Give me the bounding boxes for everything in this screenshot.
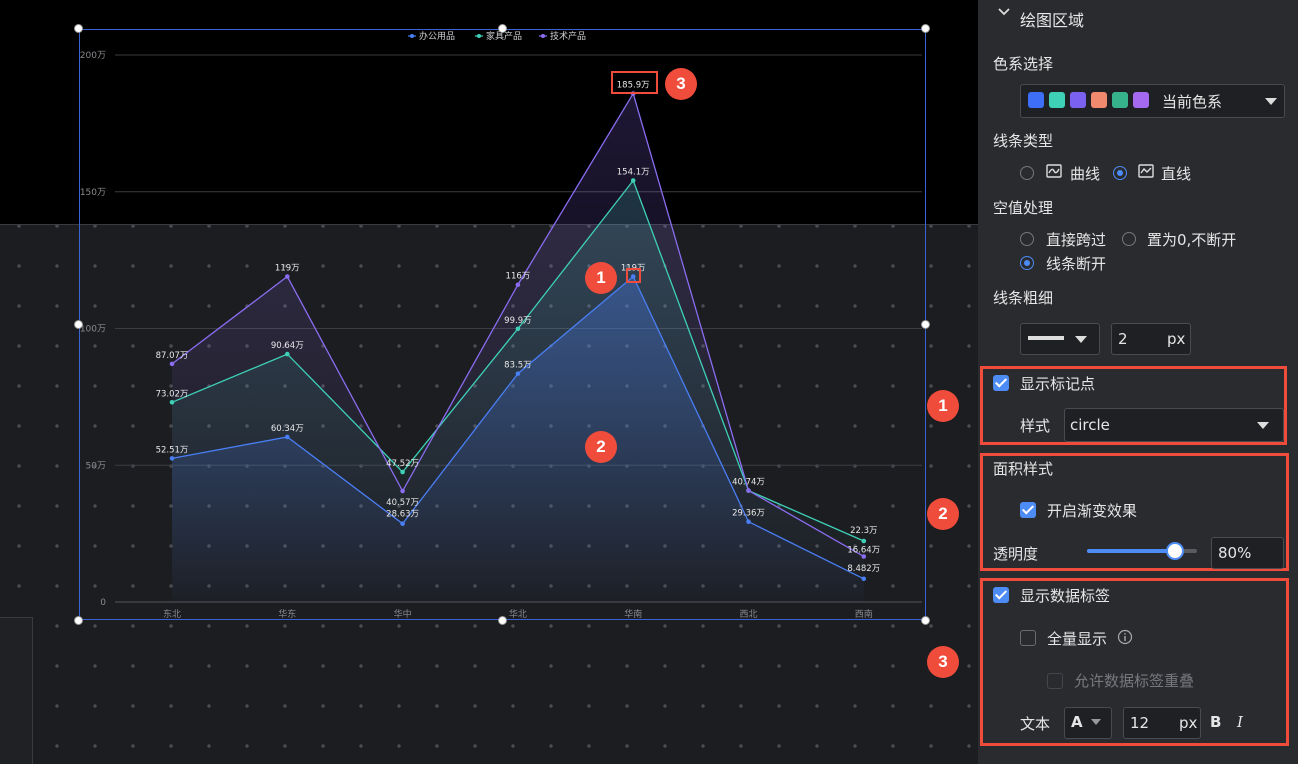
color-swatch <box>1091 92 1107 108</box>
allow-overlap-checkbox[interactable] <box>1047 673 1063 689</box>
show-all-checkbox[interactable] <box>1020 630 1036 646</box>
italic-button[interactable]: I <box>1237 713 1243 731</box>
resize-handle-bottom[interactable] <box>498 616 507 625</box>
line-type-curve-radio[interactable] <box>1020 166 1034 180</box>
area-style-title: 面积样式 <box>993 460 1054 478</box>
show-all-label[interactable]: 全量显示 <box>1047 628 1107 649</box>
resize-handle-right[interactable] <box>921 320 930 329</box>
opacity-label: 透明度 <box>993 545 1039 563</box>
font-size-unit: px <box>1179 714 1198 732</box>
null-break-radio[interactable] <box>1020 256 1034 270</box>
font-size-value: 12 <box>1130 714 1150 732</box>
show-marker-label[interactable]: 显示标记点 <box>1020 373 1095 394</box>
line-type-straight-label[interactable]: 直线 <box>1161 163 1191 184</box>
line-type-straight-radio[interactable] <box>1113 166 1127 180</box>
color-scheme-label: 色系选择 <box>993 55 1054 73</box>
color-swatch <box>1070 92 1086 108</box>
callout-badge-2: 2 <box>585 431 617 463</box>
panel-scrollbar[interactable] <box>1292 0 1298 764</box>
marker-style-value: circle <box>1070 416 1110 434</box>
marker-highlight <box>626 268 641 283</box>
show-labels-label[interactable]: 显示数据标签 <box>1020 585 1110 606</box>
info-icon[interactable] <box>1117 629 1133 649</box>
resize-handle-top-left[interactable] <box>74 24 83 33</box>
null-handling-label: 空值处理 <box>993 199 1054 217</box>
null-zero-label[interactable]: 置为0,不断开 <box>1147 229 1236 250</box>
callout-badge-1-panel: 1 <box>927 390 959 422</box>
callout-badge-1: 1 <box>585 262 617 294</box>
gradient-checkbox[interactable] <box>1020 502 1036 518</box>
allow-overlap-label[interactable]: 允许数据标签重叠 <box>1074 670 1194 691</box>
show-labels-checkbox[interactable] <box>993 587 1009 603</box>
settings-panel: 绘图区域 色系选择 当前色系 线条类型 曲线 直线 空值处理 直接跨过 置为0,… <box>978 0 1298 764</box>
null-skip-radio[interactable] <box>1020 232 1034 246</box>
peak-label-highlight <box>611 71 658 94</box>
curve-icon <box>1046 163 1062 183</box>
color-swatch <box>1049 92 1065 108</box>
resize-handle-bottom-left[interactable] <box>74 616 83 625</box>
font-color-glyph: A <box>1071 713 1083 731</box>
resize-handle-bottom-right[interactable] <box>921 616 930 625</box>
null-skip-label[interactable]: 直接跨过 <box>1046 229 1106 250</box>
editor-canvas[interactable]: 0 50万 100万 150万 200万 东北 华东 华中 华北 华南 西北 西南 52.51万 60.3… <box>0 0 978 764</box>
line-style-preview <box>1028 336 1064 340</box>
gradient-label[interactable]: 开启渐变效果 <box>1047 500 1137 521</box>
null-break-label[interactable]: 线条断开 <box>1046 253 1106 274</box>
color-swatch <box>1028 92 1044 108</box>
opacity-value: 80% <box>1218 544 1252 562</box>
marker-style-label: 样式 <box>1020 417 1051 435</box>
line-type-curve-label[interactable]: 曲线 <box>1070 163 1100 184</box>
resize-handle-left[interactable] <box>74 320 83 329</box>
line-style-caret-icon <box>1075 336 1087 343</box>
text-style-label: 文本 <box>1020 715 1051 733</box>
line-width-label: 线条粗细 <box>993 289 1054 307</box>
line-width-value: 2 <box>1118 330 1128 348</box>
bold-button[interactable]: B <box>1210 713 1221 731</box>
opacity-slider-handle[interactable] <box>1166 542 1184 560</box>
color-scheme-value: 当前色系 <box>1162 93 1223 111</box>
line-width-unit: px <box>1167 330 1186 348</box>
color-swatch <box>1133 92 1149 108</box>
chart-selection-frame[interactable] <box>79 29 926 620</box>
straight-line-icon <box>1138 163 1154 183</box>
color-swatch <box>1112 92 1128 108</box>
marker-style-caret-icon <box>1257 422 1269 429</box>
callout-badge-3-panel: 3 <box>927 646 959 678</box>
chevron-down-icon[interactable] <box>997 5 1011 23</box>
color-scheme-caret-icon <box>1265 98 1277 105</box>
callout-badge-2-panel: 2 <box>927 498 959 530</box>
callout-badge-3: 3 <box>665 68 697 100</box>
font-color-caret-icon <box>1091 719 1101 725</box>
opacity-slider-fill <box>1087 549 1175 553</box>
show-marker-checkbox[interactable] <box>993 375 1009 391</box>
section-title[interactable]: 绘图区域 <box>1020 7 1084 31</box>
resize-handle-top[interactable] <box>498 24 507 33</box>
resize-handle-top-right[interactable] <box>921 24 930 33</box>
null-zero-radio[interactable] <box>1122 232 1136 246</box>
line-type-label: 线条类型 <box>993 132 1054 150</box>
